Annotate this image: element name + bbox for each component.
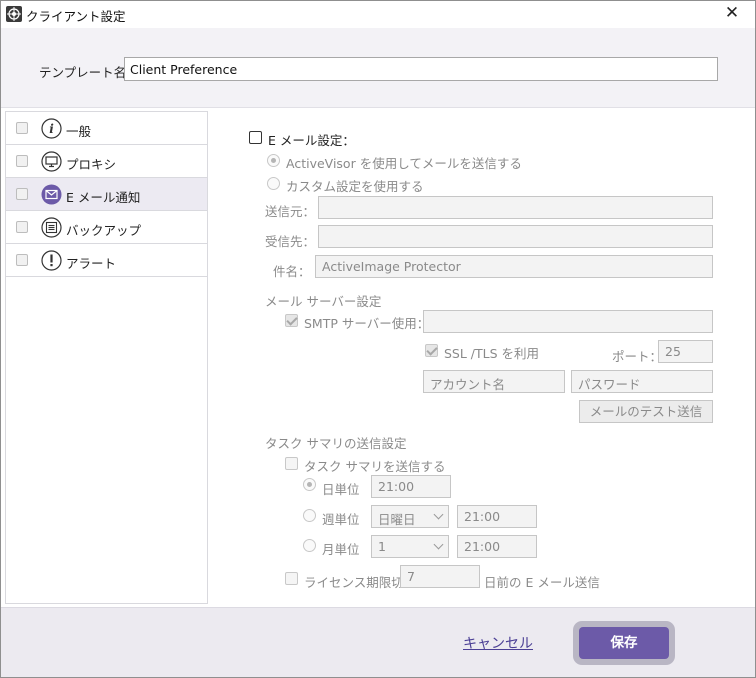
- radio-activevisor-label: ActiveVisor を使用してメールを送信する: [286, 156, 522, 171]
- weekly-label: 週単位: [322, 512, 360, 527]
- svg-text:i: i: [49, 122, 54, 136]
- sidebar-item-checkbox[interactable]: [16, 221, 28, 233]
- weekly-day-value: 日曜日: [378, 512, 416, 527]
- ssl-checkbox[interactable]: [425, 344, 438, 357]
- ssl-label: SSL /TLS を利用: [444, 346, 540, 361]
- info-icon: i: [41, 118, 62, 139]
- mail-icon: [41, 184, 62, 205]
- to-label: 受信先：: [265, 234, 316, 249]
- password-field[interactable]: パスワード: [571, 370, 713, 393]
- monitor-icon: [41, 151, 62, 172]
- subject-label: 件名：: [273, 264, 311, 279]
- sidebar-item-label: 一般: [66, 124, 92, 139]
- close-button[interactable]: ✕: [709, 1, 755, 28]
- account-name-field[interactable]: アカウント名: [423, 370, 565, 393]
- title-bar: クライアント設定 ✕: [1, 1, 755, 28]
- template-name-input[interactable]: [124, 57, 718, 81]
- weekly-time-field[interactable]: 21:00: [457, 505, 537, 528]
- subject-field[interactable]: ActiveImage Protector: [315, 255, 713, 278]
- email-settings-panel: E メール設定： ActiveVisor を使用してメールを送信する カスタム設…: [209, 111, 755, 604]
- task-summary-section-label: タスク サマリの送信設定: [265, 436, 407, 451]
- app-logo-icon: [6, 6, 22, 22]
- from-field[interactable]: [318, 196, 713, 219]
- alert-icon: [41, 250, 62, 271]
- settings-sidebar: i 一般 プロキシ E メール通知 バックアップ アラート: [5, 111, 208, 604]
- radio-custom[interactable]: [267, 177, 280, 190]
- window-title: クライアント設定: [26, 9, 126, 24]
- monthly-time-field[interactable]: 21:00: [457, 535, 537, 558]
- save-button[interactable]: 保存: [579, 627, 669, 659]
- mail-server-section-label: メール サーバー設定: [265, 294, 382, 309]
- smtp-checkbox[interactable]: [285, 314, 298, 327]
- test-email-button[interactable]: メールのテスト送信: [579, 400, 713, 423]
- task-summary-checkbox[interactable]: [285, 457, 298, 470]
- task-summary-label: タスク サマリを送信する: [304, 459, 446, 474]
- dialog-footer: キャンセル 保存: [1, 607, 755, 677]
- client-settings-dialog: クライアント設定 ✕ テンプレート名： i 一般 プロキシ: [0, 0, 756, 678]
- sidebar-item-checkbox[interactable]: [16, 155, 28, 167]
- radio-activevisor[interactable]: [267, 154, 280, 167]
- monthly-label: 月単位: [322, 542, 360, 557]
- radio-custom-label: カスタム設定を使用する: [286, 179, 424, 194]
- sidebar-item-label: E メール通知: [66, 190, 141, 205]
- close-icon: ✕: [724, 3, 740, 23]
- radio-monthly[interactable]: [303, 539, 316, 552]
- license-expiry-checkbox[interactable]: [285, 572, 298, 585]
- sidebar-item-alert[interactable]: アラート: [6, 244, 207, 277]
- radio-weekly[interactable]: [303, 509, 316, 522]
- weekly-day-select[interactable]: 日曜日: [371, 505, 449, 528]
- chevron-down-icon: [433, 509, 444, 520]
- chevron-down-icon: [433, 539, 444, 550]
- sidebar-item-label: プロキシ: [66, 157, 117, 172]
- from-label: 送信元：: [265, 204, 316, 219]
- sidebar-item-checkbox[interactable]: [16, 188, 28, 200]
- sidebar-item-label: アラート: [66, 256, 117, 271]
- smtp-server-field[interactable]: [423, 310, 713, 333]
- daily-label: 日単位: [322, 482, 360, 497]
- monthly-day-select[interactable]: 1: [371, 535, 449, 558]
- sidebar-item-proxy[interactable]: プロキシ: [6, 145, 207, 178]
- email-settings-checkbox[interactable]: [249, 131, 262, 144]
- sidebar-item-label: バックアップ: [66, 223, 142, 238]
- monthly-day-value: 1: [378, 539, 386, 554]
- license-days-suffix: 日前の E メール送信: [484, 575, 600, 590]
- port-label: ポート：: [612, 349, 663, 364]
- smtp-label: SMTP サーバー使用：: [304, 316, 430, 331]
- save-button-focus-ring: 保存: [573, 621, 675, 665]
- port-field[interactable]: 25: [658, 340, 713, 363]
- email-settings-label: E メール設定：: [268, 133, 355, 148]
- sidebar-item-checkbox[interactable]: [16, 122, 28, 134]
- sidebar-item-checkbox[interactable]: [16, 254, 28, 266]
- radio-daily[interactable]: [303, 478, 316, 491]
- cancel-button[interactable]: キャンセル: [463, 633, 533, 653]
- daily-time-field[interactable]: 21:00: [371, 475, 451, 498]
- sidebar-item-email-notification[interactable]: E メール通知: [6, 178, 207, 211]
- to-field[interactable]: [318, 225, 713, 248]
- license-days-field[interactable]: 7: [400, 565, 480, 588]
- list-icon: [41, 217, 62, 238]
- sidebar-item-general[interactable]: i 一般: [6, 112, 207, 145]
- template-panel: テンプレート名：: [1, 28, 755, 108]
- sidebar-item-backup[interactable]: バックアップ: [6, 211, 207, 244]
